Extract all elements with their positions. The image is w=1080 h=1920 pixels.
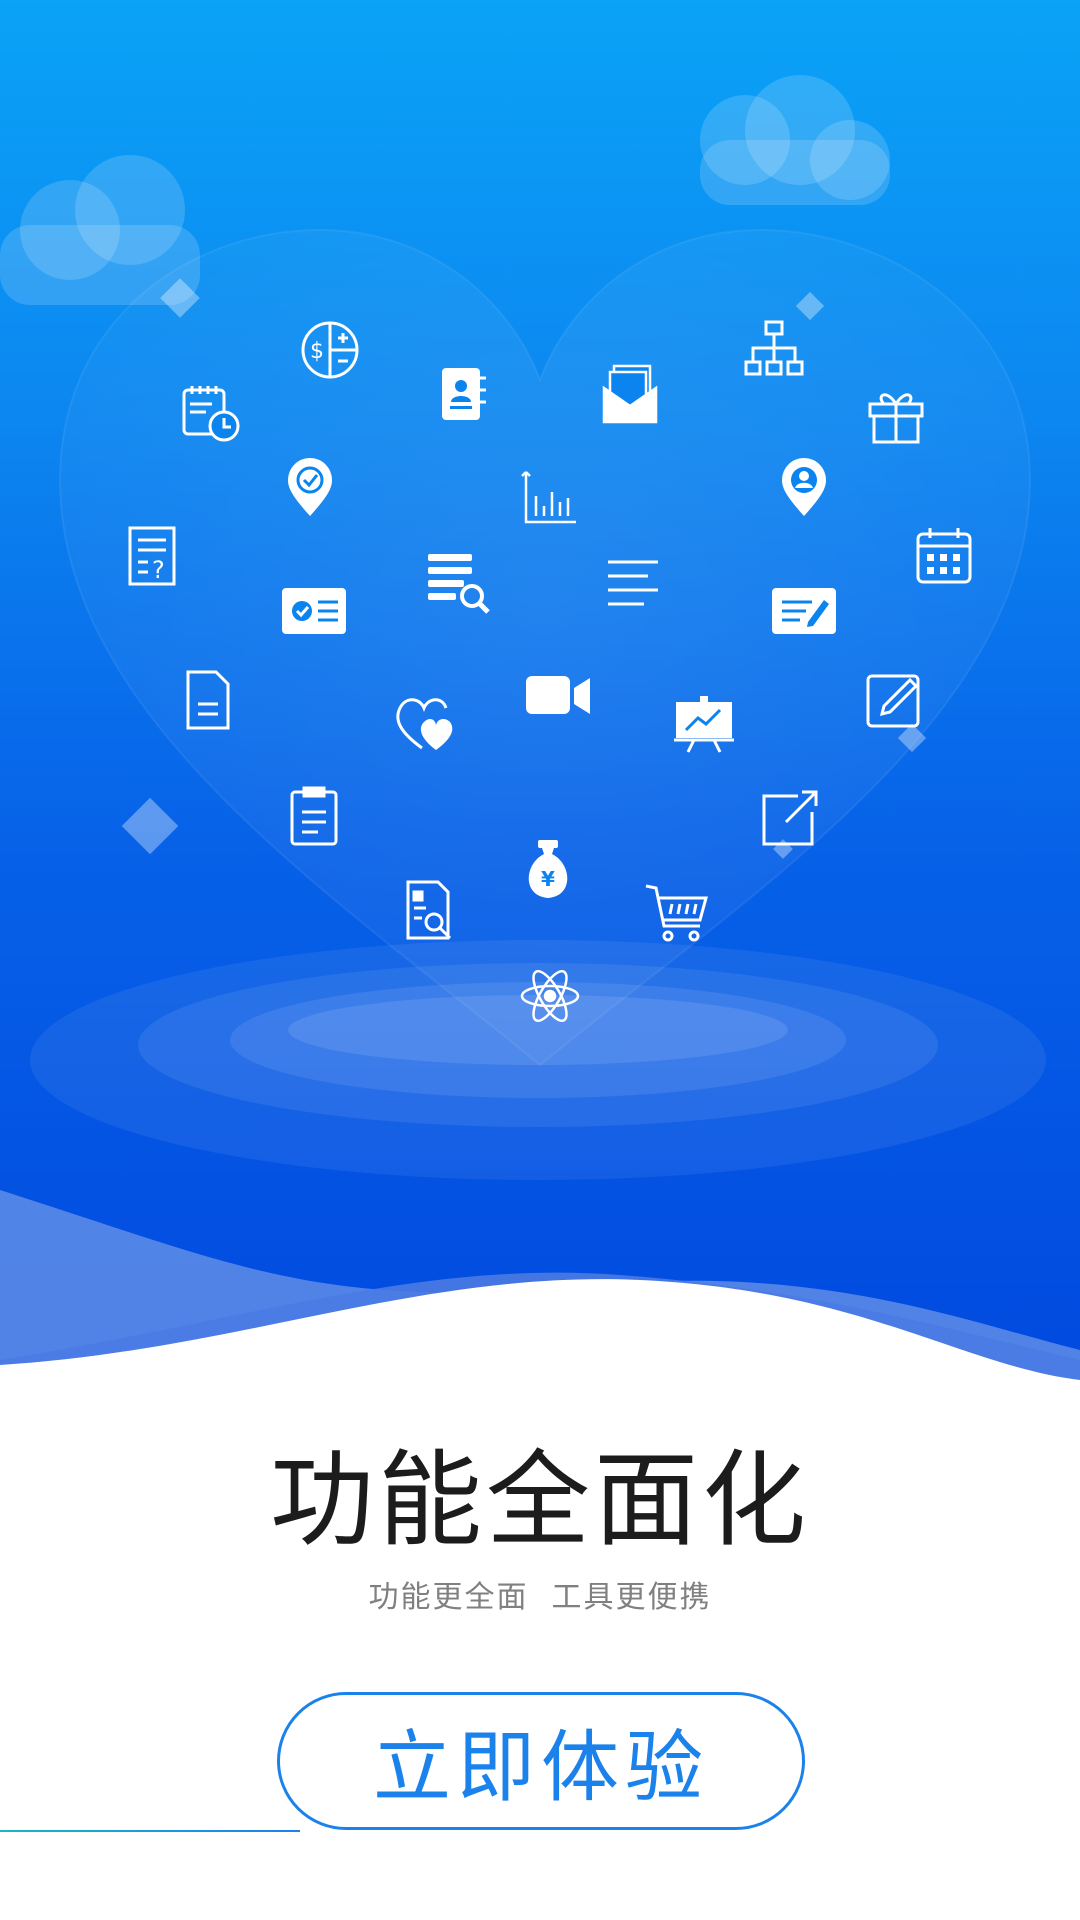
svg-text:?: ? <box>152 556 165 584</box>
svg-text:$: $ <box>310 339 324 364</box>
dollar-calculator-icon: $ <box>298 318 362 382</box>
id-card-icon <box>282 578 346 642</box>
video-camera-icon <box>526 664 590 728</box>
contact-book-icon <box>430 362 494 426</box>
edit-square-icon <box>862 668 926 732</box>
edit-card-icon <box>772 578 836 642</box>
calendar-grid-icon <box>912 524 976 588</box>
try-now-button[interactable]: 立即体验 <box>277 1692 805 1830</box>
try-now-button-label: 立即体验 <box>372 1723 709 1813</box>
heart-icon <box>394 690 458 754</box>
mail-documents-icon <box>598 362 662 426</box>
location-user-icon <box>772 456 836 520</box>
presentation-chart-icon <box>672 690 736 754</box>
decorative-line <box>0 1830 300 1832</box>
shopping-cart-icon <box>644 882 708 946</box>
list-search-icon <box>428 552 492 616</box>
location-check-icon <box>278 456 342 520</box>
hero-illustration: $ ? ¥ <box>0 0 1080 1400</box>
heart-shape <box>58 228 1032 1067</box>
document-question-icon: ? <box>120 524 184 588</box>
text-lines-icon <box>602 552 666 616</box>
atom-icon <box>518 964 582 1028</box>
document-search-icon <box>398 878 462 942</box>
svg-text:¥: ¥ <box>541 867 555 891</box>
document-icon <box>176 668 240 732</box>
page-title: 功能全面化 <box>269 1439 810 1561</box>
bar-chart-icon <box>516 466 580 530</box>
money-bag-icon: ¥ <box>516 838 580 902</box>
external-link-icon <box>758 786 822 850</box>
gift-icon <box>864 382 928 446</box>
calendar-clock-icon <box>178 380 242 444</box>
page-subtitle: 功能更全面 工具更便携 <box>368 1580 712 1615</box>
org-chart-icon <box>742 316 806 380</box>
cloud-right <box>700 75 890 205</box>
clipboard-icon <box>282 784 346 848</box>
